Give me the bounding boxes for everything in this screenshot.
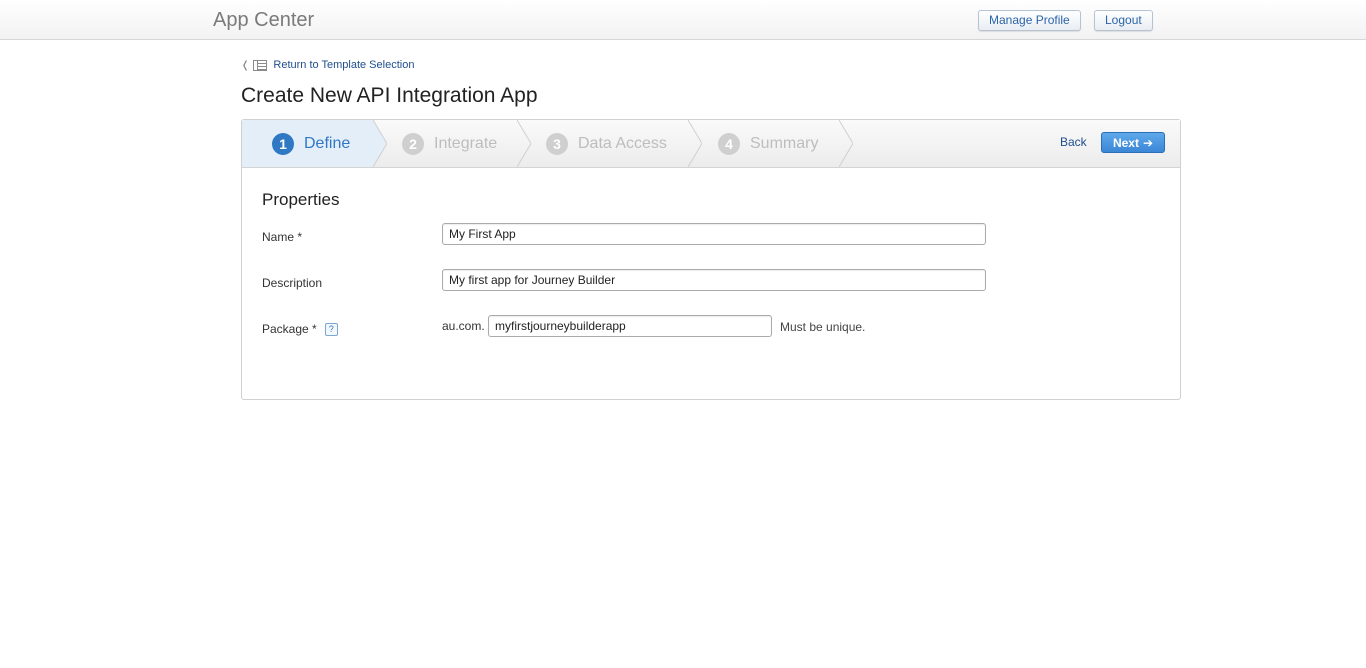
step-summary[interactable]: 4 Summary bbox=[718, 120, 818, 167]
name-input[interactable] bbox=[442, 223, 986, 245]
step-label: Define bbox=[304, 134, 351, 152]
help-icon[interactable]: ? bbox=[324, 323, 338, 337]
return-to-template-link[interactable]: ❬ Return to Template Selection bbox=[241, 58, 414, 72]
app-title: App Center bbox=[213, 9, 315, 31]
back-button[interactable]: Back bbox=[1060, 135, 1087, 149]
next-button-label: Next bbox=[1112, 135, 1139, 150]
package-label: Package * bbox=[262, 322, 317, 336]
step-number: 4 bbox=[718, 132, 740, 155]
return-link-label: Return to Template Selection bbox=[273, 59, 415, 71]
step-separator-icon bbox=[517, 120, 531, 167]
list-icon bbox=[253, 59, 268, 71]
step-define[interactable]: 1 Define bbox=[272, 120, 350, 167]
step-separator-icon bbox=[373, 120, 387, 167]
wizard-steps: 1 Define 2 Integrate 3 Data Access 4 Sum… bbox=[242, 120, 1180, 168]
step-number: 2 bbox=[402, 132, 424, 155]
step-number: 1 bbox=[272, 132, 294, 155]
step-label: Data Access bbox=[578, 134, 667, 152]
package-label-row: Package *? bbox=[262, 322, 338, 337]
step-label: Integrate bbox=[434, 134, 498, 152]
description-input[interactable] bbox=[442, 269, 986, 291]
package-hint: Must be unique. bbox=[780, 320, 866, 334]
page-title: Create New API Integration App bbox=[241, 84, 538, 107]
properties-heading: Properties bbox=[262, 190, 340, 209]
package-input[interactable] bbox=[488, 315, 772, 337]
description-label: Description bbox=[262, 276, 323, 290]
wizard-panel: 1 Define 2 Integrate 3 Data Access 4 Sum… bbox=[241, 119, 1181, 400]
logout-button[interactable]: Logout bbox=[1094, 10, 1153, 31]
step-separator-icon bbox=[839, 120, 853, 167]
package-prefix: au.com. bbox=[442, 319, 485, 333]
step-integrate[interactable]: 2 Integrate bbox=[402, 120, 497, 167]
step-number: 3 bbox=[546, 132, 568, 155]
chevron-left-icon: ❬ bbox=[241, 59, 250, 71]
step-label: Summary bbox=[750, 134, 819, 152]
arrow-right-icon: ➔ bbox=[1142, 135, 1154, 150]
step-data-access[interactable]: 3 Data Access bbox=[546, 120, 667, 167]
name-label: Name * bbox=[262, 230, 303, 244]
next-button[interactable]: Next ➔ bbox=[1101, 132, 1165, 153]
manage-profile-button[interactable]: Manage Profile bbox=[978, 10, 1081, 31]
step-separator-icon bbox=[688, 120, 702, 167]
top-bar: App Center Manage Profile Logout bbox=[0, 0, 1366, 40]
